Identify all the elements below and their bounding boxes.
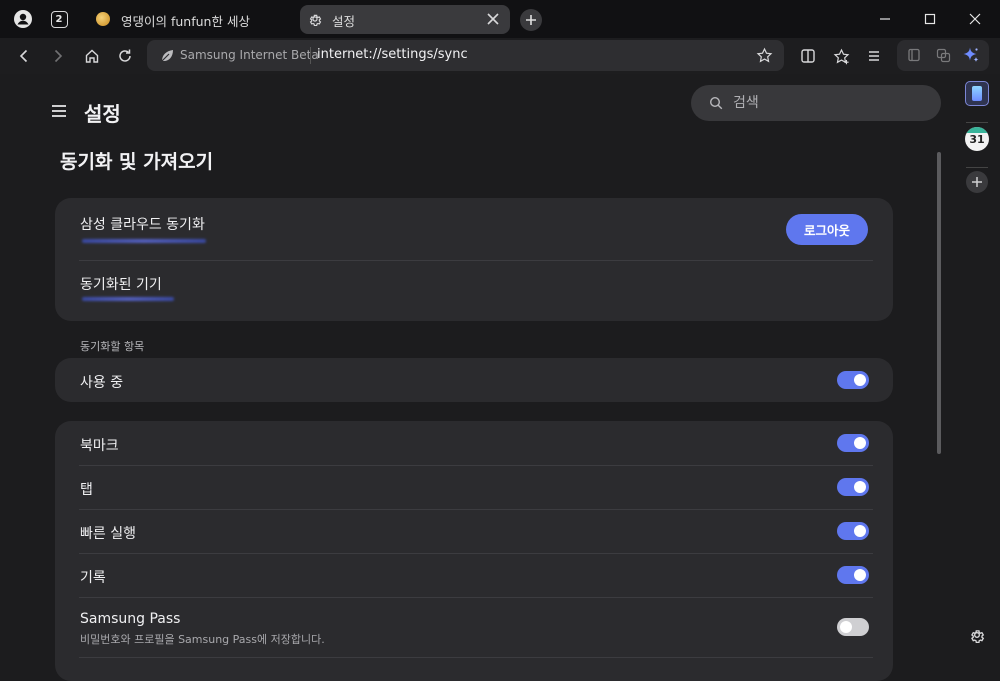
- forward-arrow-icon[interactable]: [46, 44, 70, 68]
- sync-item-label: 빠른 실행: [80, 526, 136, 542]
- add-panel-button[interactable]: [966, 171, 988, 193]
- sync-item-label: 기록: [80, 570, 106, 586]
- tab-count: 2: [50, 10, 68, 28]
- sync-item-label: 북마크: [80, 438, 119, 454]
- sync-item-label: Samsung Pass: [80, 611, 181, 627]
- redacted-account: [82, 239, 206, 243]
- cloud-sync-label: 삼성 클라우드 동기화: [80, 217, 205, 233]
- reload-icon[interactable]: [113, 44, 137, 68]
- gear-icon: [308, 12, 322, 26]
- url-text[interactable]: internet://settings/sync: [317, 47, 468, 62]
- sync-item-tabs[interactable]: 탭: [55, 465, 893, 509]
- home-icon[interactable]: [80, 44, 104, 68]
- in-use-row[interactable]: 사용 중: [55, 358, 893, 402]
- toolbar: Samsung Internet Beta internet://setting…: [0, 38, 1000, 74]
- bookmark-star-icon[interactable]: [756, 47, 773, 64]
- sync-item-history[interactable]: 기록: [55, 553, 893, 597]
- sync-item-samsung-pass[interactable]: Samsung Pass 비밀번호와 프로필을 Samsung Pass에 저장…: [55, 597, 893, 657]
- search-input[interactable]: [731, 92, 921, 114]
- scrollbar[interactable]: [937, 152, 941, 454]
- browser-label: Samsung Internet Beta: [180, 48, 319, 62]
- sync-item-description: 비밀번호와 프로필을 Samsung Pass에 저장합니다.: [80, 633, 325, 646]
- sync-items-header: 동기화할 항목: [80, 340, 145, 353]
- toggle-knob: [854, 481, 866, 493]
- split-view-icon[interactable]: [796, 44, 820, 68]
- page-title: 설정: [84, 102, 121, 126]
- logout-button[interactable]: 로그아웃: [786, 214, 868, 245]
- window-close-button[interactable]: [964, 8, 986, 30]
- tabs-toggle[interactable]: [837, 478, 869, 496]
- synced-devices-row[interactable]: 동기화된 기기: [55, 261, 893, 321]
- divider: [966, 167, 988, 168]
- calendar-icon[interactable]: 31: [965, 127, 989, 151]
- reader-icon[interactable]: [903, 44, 925, 66]
- side-panel-bar: 31: [952, 74, 1000, 667]
- section-title: 동기화 및 가져오기: [60, 151, 214, 173]
- bookmarks-toggle[interactable]: [837, 434, 869, 452]
- quick-access-toggle[interactable]: [837, 522, 869, 540]
- menu-icon[interactable]: [862, 44, 886, 68]
- sync-item-label: 탭: [80, 482, 93, 498]
- settings-search[interactable]: [691, 85, 941, 121]
- tab-strip: 2 영댕이의 funfun한 세상 설정: [0, 0, 1000, 38]
- minimize-button[interactable]: [874, 8, 896, 30]
- address-bar[interactable]: Samsung Internet Beta internet://setting…: [147, 40, 784, 71]
- tab-blog[interactable]: 영댕이의 funfun한 세상: [84, 5, 294, 34]
- plus-icon: [526, 15, 536, 25]
- in-use-label: 사용 중: [80, 375, 124, 391]
- samsung-pass-toggle[interactable]: [837, 618, 869, 636]
- site-favicon-icon: [96, 12, 110, 26]
- close-icon[interactable]: [486, 12, 500, 26]
- toggle-knob: [854, 374, 866, 386]
- tab-settings[interactable]: 설정: [300, 5, 510, 34]
- divider: [966, 122, 988, 123]
- leaf-icon: [159, 48, 175, 64]
- search-icon: [709, 96, 723, 110]
- in-use-toggle[interactable]: [837, 371, 869, 389]
- sync-item-bookmarks[interactable]: 북마크: [55, 421, 893, 465]
- toggle-knob: [854, 569, 866, 581]
- sync-item-quick-access[interactable]: 빠른 실행: [55, 509, 893, 553]
- toggle-knob: [854, 437, 866, 449]
- tab-manager-button[interactable]: 2: [47, 7, 71, 31]
- tab-title: 설정: [332, 14, 356, 29]
- toggle-knob: [840, 621, 852, 633]
- new-tab-button[interactable]: [520, 9, 542, 31]
- tab-title: 영댕이의 funfun한 세상: [121, 14, 250, 29]
- redacted-devices: [82, 297, 174, 301]
- synced-devices-label: 동기화된 기기: [80, 277, 162, 293]
- phone-icon[interactable]: [965, 81, 989, 106]
- toggle-knob: [854, 525, 866, 537]
- plus-icon: [972, 177, 982, 187]
- divider: [79, 657, 873, 658]
- tools-group: [897, 40, 989, 71]
- history-toggle[interactable]: [837, 566, 869, 584]
- gear-icon[interactable]: [966, 624, 988, 646]
- cloud-sync-row[interactable]: 삼성 클라우드 동기화 로그아웃: [55, 198, 893, 260]
- calendar-day: 31: [969, 133, 985, 146]
- back-arrow-icon[interactable]: [12, 44, 36, 68]
- in-use-card: 사용 중: [55, 358, 893, 402]
- phone-screen: [972, 86, 982, 101]
- settings-page: 설정 동기화 및 가져오기 삼성 클라우드 동기화 로그아웃 동기화된 기기 동…: [0, 74, 952, 681]
- account-card: 삼성 클라우드 동기화 로그아웃 동기화된 기기: [55, 198, 893, 321]
- divider: [310, 47, 311, 64]
- favorites-star-icon[interactable]: [829, 44, 853, 68]
- sync-items-card: 북마크 탭 빠른 실행 기록 Samsung Pass 비밀번호와 프로필을 S…: [55, 421, 893, 681]
- hamburger-menu-icon[interactable]: [48, 100, 70, 122]
- profile-icon[interactable]: [11, 7, 35, 31]
- ai-sparkle-icon[interactable]: [960, 44, 982, 66]
- translate-icon[interactable]: [932, 44, 954, 66]
- maximize-button[interactable]: [919, 8, 941, 30]
